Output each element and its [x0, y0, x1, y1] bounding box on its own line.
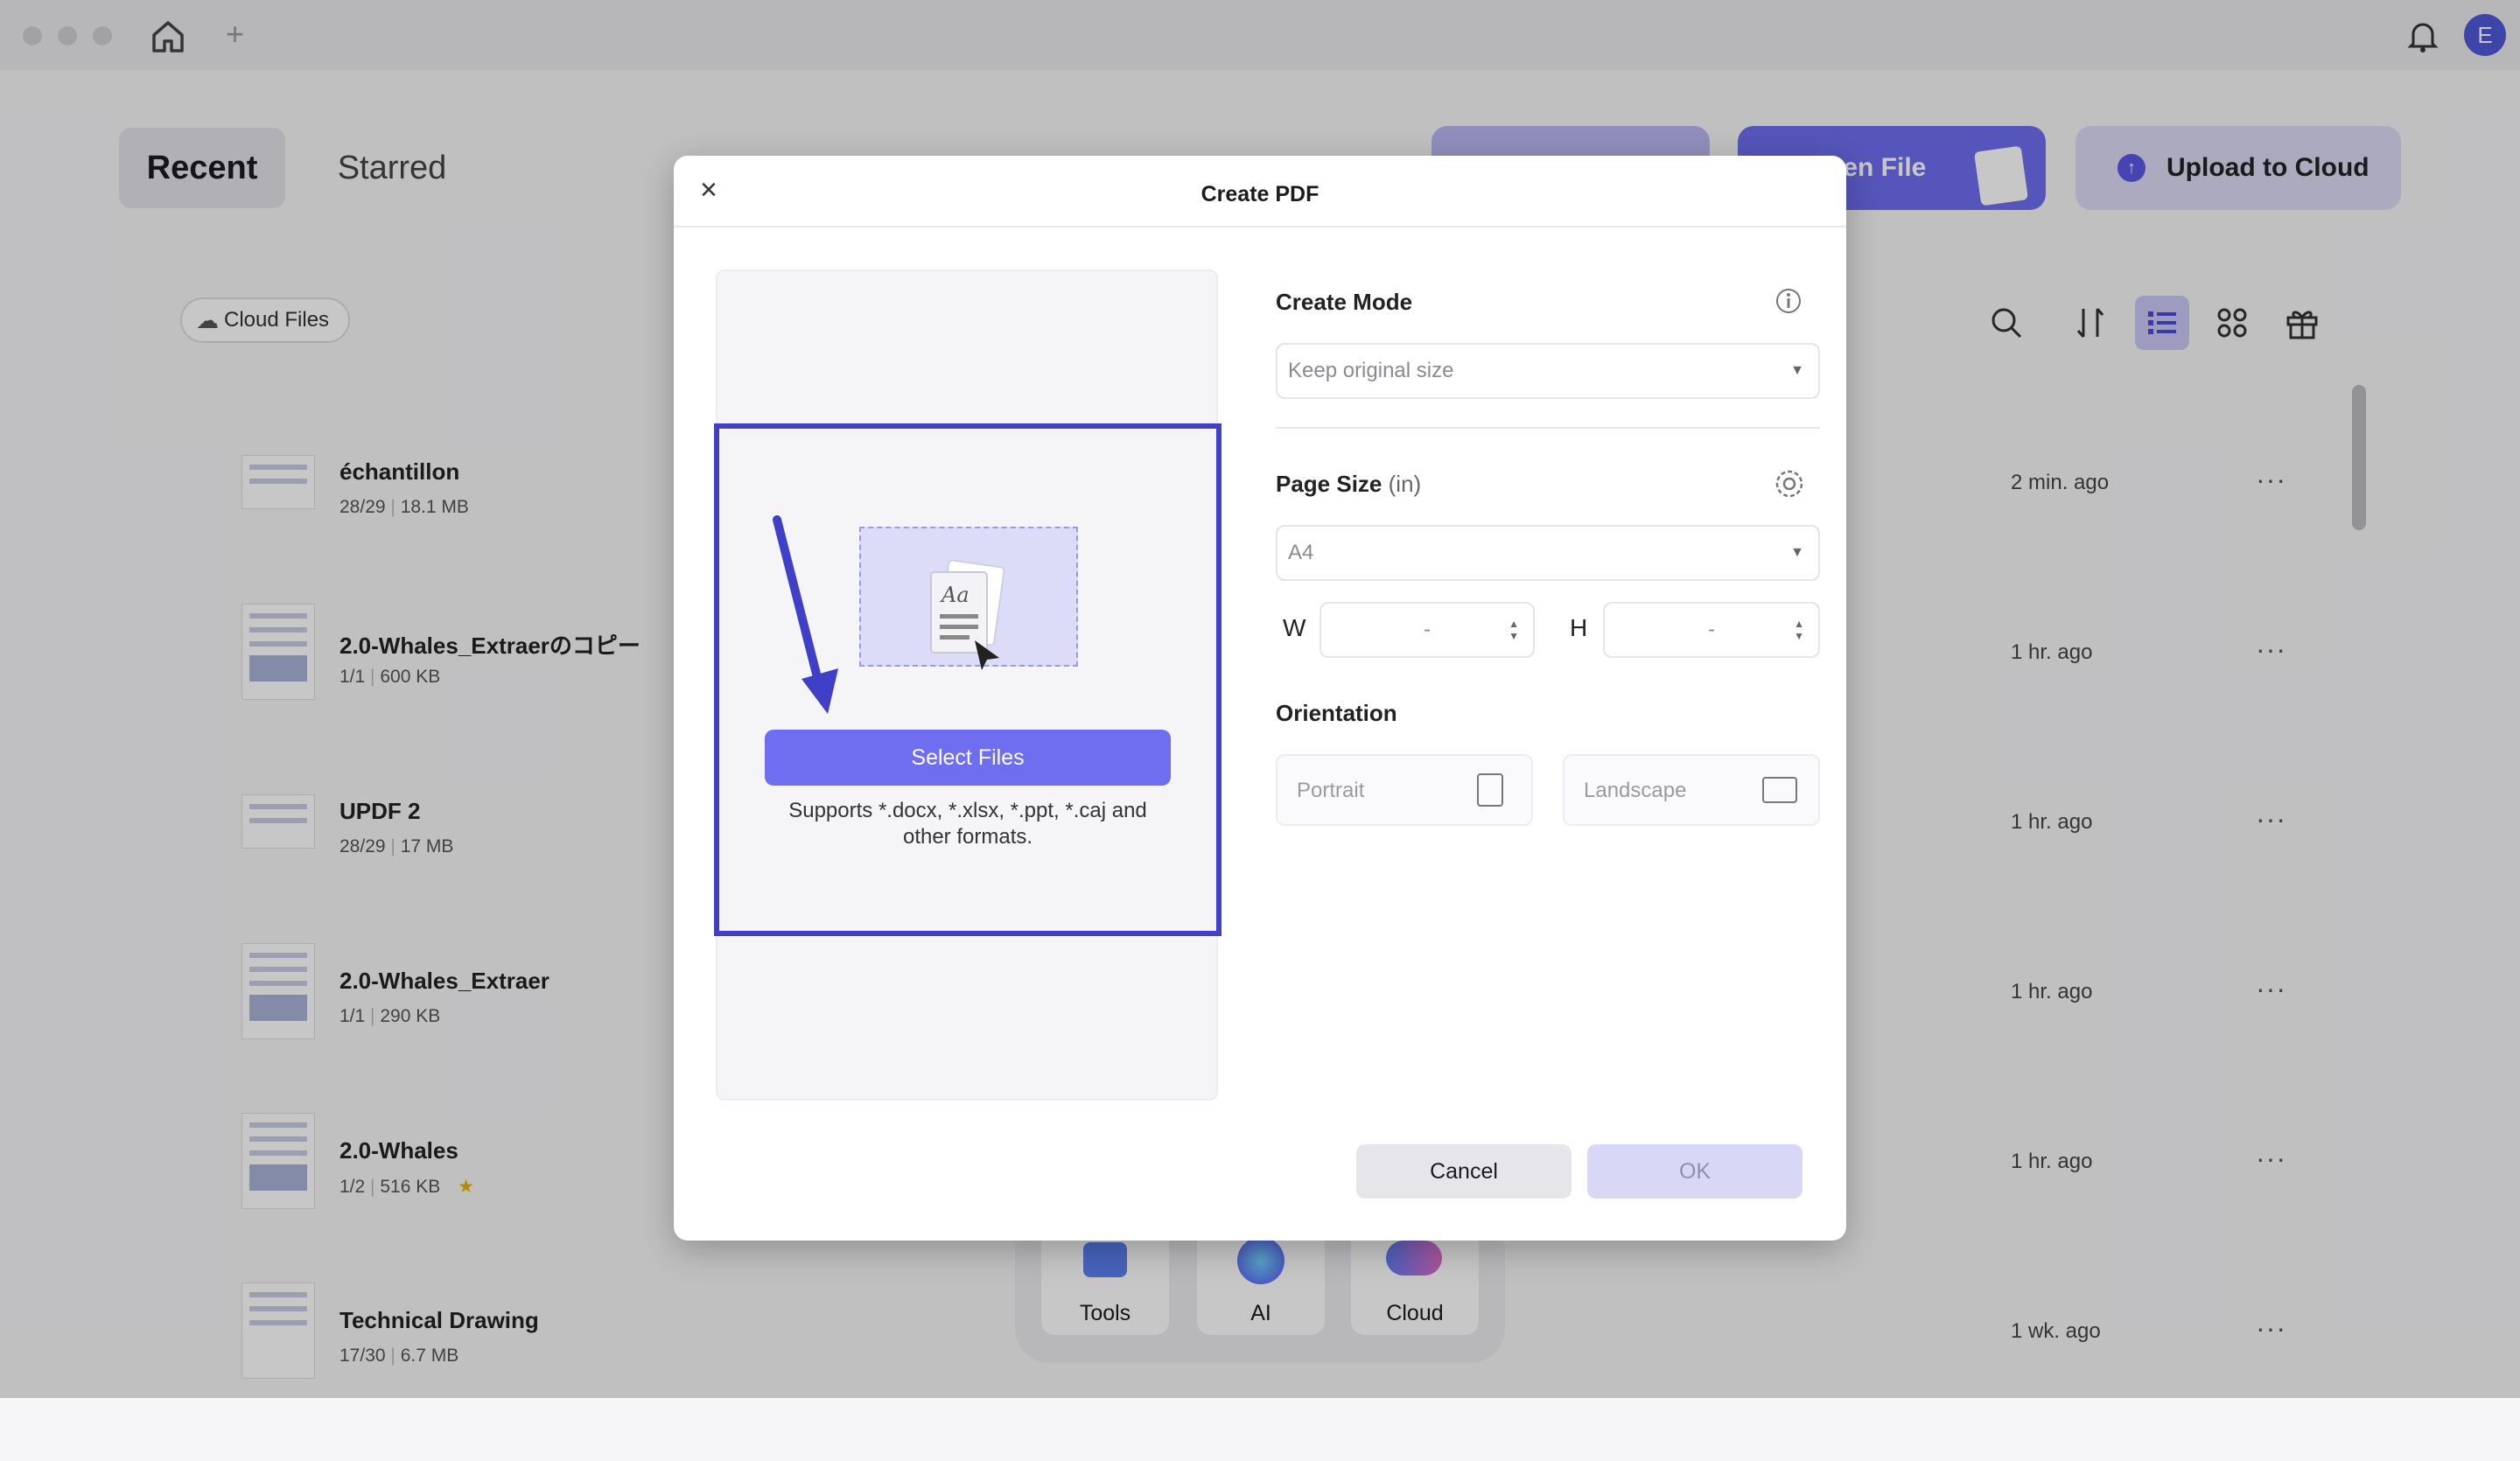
height-stepper[interactable]: - ▲ ▼: [1603, 602, 1820, 658]
page-size-select[interactable]: A4 ▼: [1276, 525, 1820, 581]
width-label: W: [1283, 614, 1306, 641]
width-stepper[interactable]: - ▲ ▼: [1320, 602, 1535, 658]
landscape-label: Landscape: [1584, 779, 1687, 802]
create-pdf-dialog: × Create PDF Aa Select Files Supports *.…: [674, 156, 1846, 1241]
page-size-value: A4: [1288, 541, 1314, 564]
select-files-button[interactable]: Select Files: [765, 730, 1171, 786]
height-label: H: [1570, 614, 1588, 641]
divider: [1276, 427, 1820, 429]
landscape-page-icon: [1762, 777, 1797, 803]
landscape-option[interactable]: Landscape: [1563, 754, 1820, 826]
gear-icon[interactable]: [1773, 467, 1806, 500]
portrait-label: Portrait: [1297, 779, 1365, 802]
page-size-unit: (in): [1388, 471, 1422, 497]
create-mode-select[interactable]: Keep original size ▼: [1276, 343, 1820, 399]
create-mode-value: Keep original size: [1288, 359, 1454, 382]
cancel-button[interactable]: Cancel: [1356, 1144, 1572, 1199]
dialog-title: Create PDF: [1200, 182, 1320, 206]
height-value: -: [1708, 618, 1715, 641]
portrait-page-icon: [1477, 773, 1503, 807]
supported-formats-line: Supports *.docx, *.xlsx, *.ppt, *.caj an…: [788, 799, 1147, 822]
create-mode-label: Create Mode: [1276, 289, 1413, 315]
stepper-arrows-icon[interactable]: ▲ ▼: [1508, 618, 1519, 642]
svg-text:Aa: Aa: [940, 583, 970, 607]
chevron-down-icon: ▼: [1790, 363, 1804, 378]
ok-button[interactable]: OK: [1587, 1144, 1802, 1199]
width-value: -: [1424, 618, 1431, 641]
divider: [674, 226, 1846, 227]
portrait-option[interactable]: Portrait: [1276, 754, 1533, 826]
info-icon[interactable]: [1774, 287, 1802, 315]
chevron-down-icon: ▼: [1790, 545, 1804, 560]
supported-formats-text: Supports *.docx, *.xlsx, *.ppt, *.caj an…: [747, 798, 1188, 850]
stepper-arrows-icon[interactable]: ▲ ▼: [1794, 618, 1804, 642]
page-size-label-text: Page Size: [1276, 471, 1382, 497]
orientation-label: Orientation: [1276, 700, 1397, 726]
page-size-label: Page Size (in): [1276, 471, 1421, 498]
supported-formats-line: other formats.: [902, 825, 1033, 849]
documents-icon: Aa: [912, 559, 1017, 682]
